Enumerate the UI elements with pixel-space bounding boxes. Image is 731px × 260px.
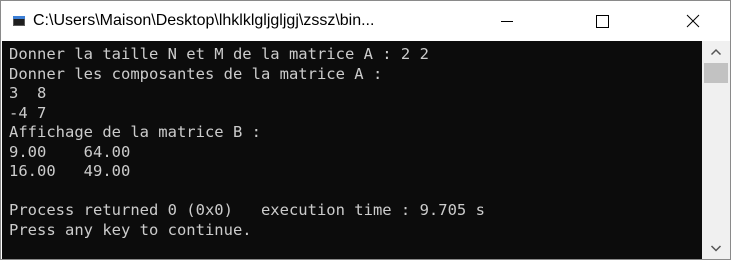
chevron-down-icon: [710, 245, 722, 252]
console-lines: Donner la taille N et M de la matrice A …: [9, 45, 485, 240]
scroll-track[interactable]: [702, 83, 730, 237]
close-button[interactable]: [665, 1, 721, 41]
scroll-thumb[interactable]: [704, 63, 728, 83]
close-icon: [686, 14, 700, 28]
console-line: Press any key to continue.: [9, 220, 252, 239]
title-bar[interactable]: C:\Users\Maison\Desktop\lhklklgljgljgj\z…: [1, 1, 730, 41]
console-window: C:\Users\Maison\Desktop\lhklklgljgljgj\z…: [0, 0, 731, 260]
minimize-button[interactable]: [479, 1, 535, 41]
console-line: 9.00 64.00: [9, 142, 131, 161]
console-line: 16.00 49.00: [9, 162, 131, 180]
console-line: Affichage de la matrice B :: [9, 123, 261, 141]
maximize-button[interactable]: [575, 1, 631, 41]
console-line: Donner la taille N et M de la matrice A …: [9, 45, 429, 63]
chevron-up-icon: [710, 48, 722, 56]
console-line: -4 7: [9, 103, 47, 122]
console-output[interactable]: Donner la taille N et M de la matrice A …: [2, 41, 702, 259]
scroll-down-button[interactable]: [702, 237, 730, 259]
maximize-icon: [596, 15, 609, 28]
minimize-icon: [501, 21, 513, 22]
console-app-icon: [13, 16, 25, 26]
scroll-up-button[interactable]: [702, 41, 730, 63]
console-line: 3 8: [9, 84, 47, 102]
vertical-scrollbar[interactable]: [702, 41, 730, 259]
console-line: Process returned 0 (0x0) execution time …: [9, 201, 485, 219]
window-title: C:\Users\Maison\Desktop\lhklklgljgljgj\z…: [33, 12, 375, 29]
console-line: Donner les composantes de la matrice A :: [9, 64, 383, 83]
